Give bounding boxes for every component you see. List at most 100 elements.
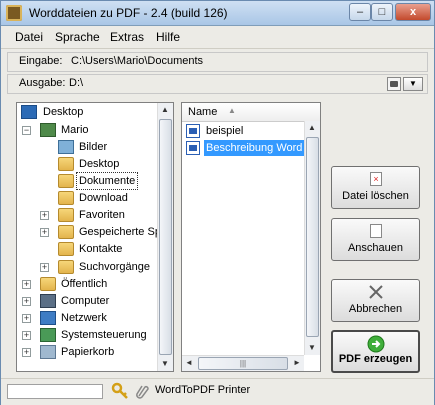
collapse-icon[interactable]: −	[22, 126, 31, 135]
file-horizontal-scrollbar[interactable]: ◄ ||| ►	[182, 355, 304, 371]
maximize-button[interactable]: □	[371, 3, 393, 21]
chevron-down-icon: ▼	[409, 79, 417, 88]
tree-vertical-scrollbar[interactable]: ▲ ▼	[157, 103, 173, 371]
menu-hilfe[interactable]: Hilfe	[156, 30, 180, 44]
button-label: Anschauen	[347, 242, 404, 254]
input-label: Eingabe:	[19, 55, 63, 67]
expand-icon[interactable]: +	[22, 297, 31, 306]
tree-label: Systemsteuerung	[61, 329, 147, 341]
output-row: Ausgabe: D:\ ▼	[7, 74, 428, 94]
main-window: Worddateien zu PDF - 2.4 (build 126) – □…	[0, 0, 435, 405]
input-row: Eingabe: C:\Users\Mario\Documents	[7, 52, 428, 72]
folder-icon	[40, 277, 56, 291]
column-label: Name	[188, 106, 218, 118]
menu-extras[interactable]: Extras	[110, 30, 144, 44]
tree-label: Kontakte	[79, 243, 123, 255]
user-folder-icon	[40, 123, 56, 137]
tree-label: Computer	[61, 295, 110, 307]
scroll-thumb[interactable]	[306, 137, 319, 337]
scroll-up-icon[interactable]: ▲	[305, 121, 319, 135]
go-arrow-icon	[367, 335, 385, 353]
expand-icon[interactable]: +	[40, 228, 49, 237]
paperclip-icon	[136, 385, 149, 399]
button-label: PDF erzeugen	[338, 353, 413, 365]
delete-file-button[interactable]: × Datei löschen	[331, 166, 420, 209]
title-bar[interactable]: Worddateien zu PDF - 2.4 (build 126) – □…	[1, 1, 434, 26]
status-bar: WordToPDF Printer	[1, 378, 434, 405]
word-document-icon	[186, 141, 200, 155]
input-path-value: C:\Users\Mario\Documents	[71, 55, 204, 67]
menu-datei[interactable]: Datei	[15, 30, 43, 44]
browse-output-button[interactable]	[387, 77, 401, 91]
expand-icon[interactable]: +	[40, 263, 49, 272]
delete-file-icon: ×	[370, 172, 382, 186]
scroll-thumb-h[interactable]: |||	[198, 357, 288, 370]
app-icon	[6, 5, 22, 21]
tree-label: Suchvorgänge	[79, 261, 150, 273]
progress-field	[7, 384, 103, 399]
tree-label: Desktop	[43, 106, 84, 118]
expand-icon[interactable]: +	[22, 314, 31, 323]
cancel-icon	[369, 285, 383, 299]
scroll-down-icon[interactable]: ▼	[305, 341, 319, 355]
column-header-name[interactable]: Name ▲	[182, 103, 320, 122]
button-label: Datei löschen	[342, 190, 409, 202]
file-name: Beschreibung Word	[204, 140, 306, 156]
folder-icon	[58, 174, 74, 188]
file-vertical-scrollbar[interactable]: ▲ ▼	[304, 121, 320, 355]
file-item-selected[interactable]: Beschreibung Word	[184, 140, 306, 156]
network-icon	[40, 311, 56, 325]
computer-icon	[40, 294, 56, 308]
desktop-icon	[21, 105, 37, 119]
scroll-down-icon[interactable]: ▼	[158, 357, 172, 371]
preview-icon	[370, 224, 382, 238]
menu-bar: Datei Sprache Extras Hilfe	[1, 26, 434, 49]
scroll-left-icon[interactable]: ◄	[182, 356, 196, 370]
expand-icon[interactable]: +	[22, 331, 31, 340]
tree-label: Mario	[61, 124, 89, 136]
word-document-icon	[186, 124, 200, 138]
tree-label: Netzwerk	[61, 312, 107, 324]
file-name: beispiel	[206, 125, 244, 137]
file-list[interactable]: Name ▲ beispiel Beschreibung Word ▲ ▼ ◄ …	[181, 102, 321, 372]
drive-icon	[390, 81, 398, 87]
window-title: Worddateien zu PDF - 2.4 (build 126)	[29, 6, 228, 20]
grip-icon: |||	[239, 359, 247, 368]
menu-sprache[interactable]: Sprache	[55, 30, 100, 44]
key-icon	[111, 382, 128, 399]
recycle-bin-icon	[40, 345, 56, 359]
contacts-folder-icon	[58, 242, 74, 256]
view-button[interactable]: Anschauen	[331, 218, 420, 261]
file-item[interactable]: beispiel	[184, 123, 304, 139]
tree-label: Papierkorb	[61, 346, 115, 358]
folder-icon	[58, 191, 74, 205]
folder-icon	[58, 157, 74, 171]
printer-name: WordToPDF Printer	[155, 384, 251, 396]
cancel-button[interactable]: Abbrechen	[331, 279, 420, 322]
close-button[interactable]: x	[395, 3, 431, 21]
tree-label: Öffentlich	[61, 278, 108, 290]
favorites-folder-icon	[58, 208, 74, 222]
scroll-right-icon[interactable]: ►	[290, 356, 304, 370]
tree-label: Bilder	[79, 141, 108, 153]
scroll-thumb[interactable]	[159, 119, 172, 355]
pictures-folder-icon	[58, 140, 74, 154]
folder-icon	[58, 225, 74, 239]
output-dropdown-button[interactable]: ▼	[403, 77, 423, 91]
sort-ascending-icon: ▲	[228, 106, 236, 115]
create-pdf-button[interactable]: PDF erzeugen	[331, 330, 420, 373]
control-panel-icon	[40, 328, 56, 342]
scroll-up-icon[interactable]: ▲	[158, 103, 172, 117]
expand-icon[interactable]: +	[40, 211, 49, 220]
tree-label: Desktop	[79, 158, 120, 170]
minimize-button[interactable]: –	[349, 3, 371, 21]
tree-label: Download	[79, 192, 128, 204]
output-path-value: D:\	[69, 77, 84, 89]
tree-label: Dokumente	[75, 172, 139, 190]
folder-tree[interactable]: Desktop − Mario Bilder Desktop Dokumente…	[16, 102, 174, 372]
expand-icon[interactable]: +	[22, 280, 31, 289]
word-logo-mark	[189, 128, 197, 134]
expand-icon[interactable]: +	[22, 348, 31, 357]
output-label: Ausgabe:	[19, 77, 66, 89]
tree-label: Favoriten	[79, 209, 125, 221]
